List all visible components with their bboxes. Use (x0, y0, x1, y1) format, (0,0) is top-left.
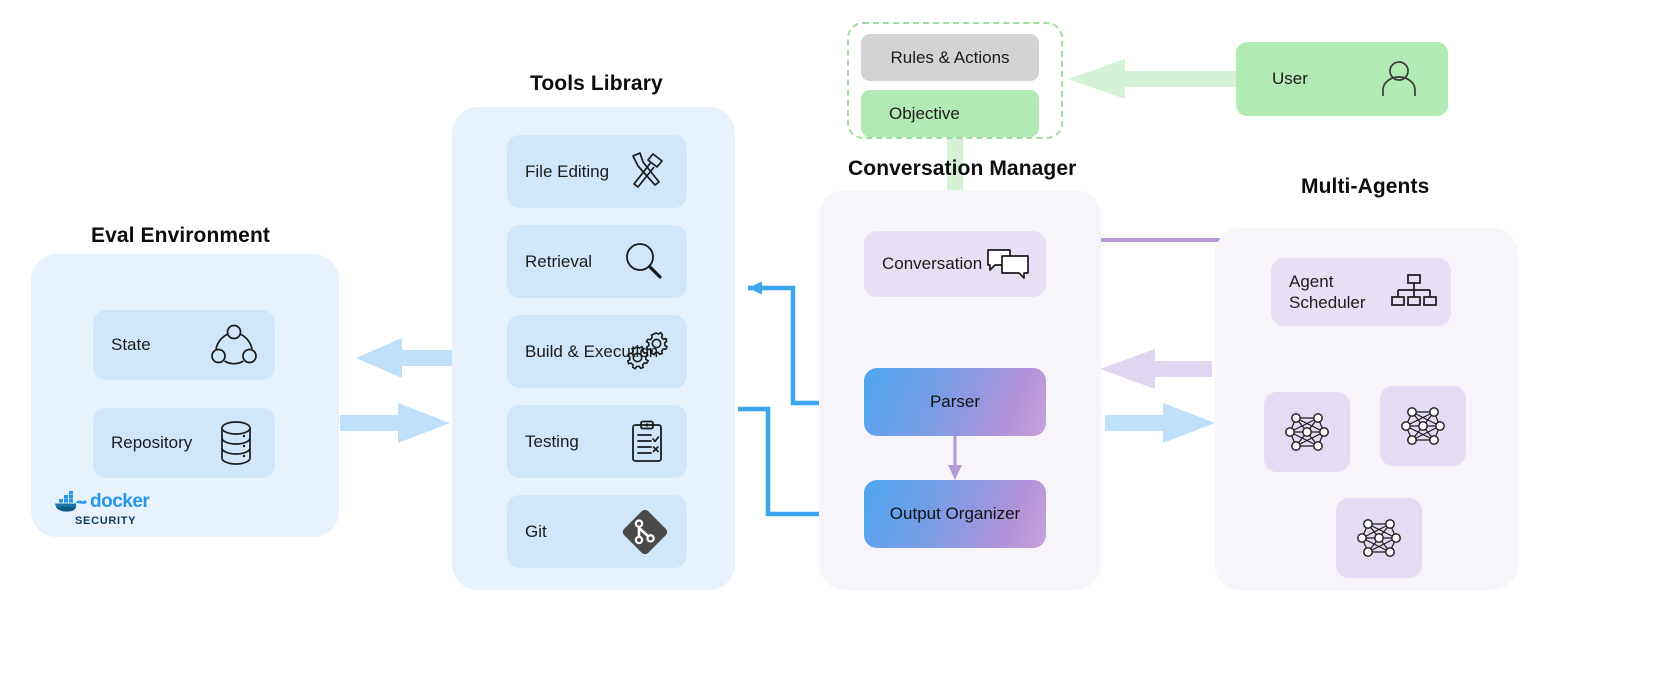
eval-card-repository-label: Repository (111, 433, 193, 453)
org-chart-icon (1391, 272, 1437, 312)
tools-card-file-editing-label: File Editing (525, 161, 610, 181)
agent-node-3[interactable] (1336, 498, 1422, 578)
conversation-manager-title: Conversation Manager (848, 157, 1077, 180)
convmgr-card-parser[interactable]: Parser (864, 368, 1046, 436)
arrow-agents-to-convmgr (1100, 349, 1212, 389)
convmgr-card-rules-actions[interactable]: Rules & Actions (861, 34, 1039, 81)
clipboard-checklist-icon (629, 420, 665, 464)
docker-whale-icon (53, 490, 87, 514)
neural-net-icon (1395, 398, 1451, 454)
convmgr-card-conversation-label: Conversation (882, 254, 983, 274)
person-icon (1378, 59, 1420, 99)
convmgr-card-parser-label: Parser (929, 392, 981, 411)
convmgr-card-output-organizer-label: Output Organizer (889, 504, 1021, 523)
tools-card-testing[interactable]: Testing (507, 405, 687, 478)
eval-card-state-label: State (111, 335, 151, 355)
eval-card-repository[interactable]: Repository (93, 408, 275, 478)
arrow-tools-to-eval (356, 338, 452, 378)
magnifier-icon (623, 241, 665, 283)
convmgr-card-objective-label: Objective (889, 103, 960, 123)
convmgr-card-conversation[interactable]: Conversation (864, 231, 1046, 297)
arrow-parser-to-output-organizer (948, 436, 962, 480)
agent-node-2[interactable] (1380, 386, 1466, 466)
gears-icon (625, 331, 669, 373)
tools-card-git-label: Git (525, 521, 547, 541)
chat-bubbles-icon (986, 247, 1032, 281)
tools-card-testing-label: Testing (525, 431, 579, 451)
git-logo-icon (621, 508, 669, 556)
neural-net-icon (1351, 510, 1407, 566)
eval-card-state[interactable]: State (93, 310, 275, 380)
convmgr-card-rules-actions-label: Rules & Actions (890, 47, 1010, 67)
docker-security-sub: SECURITY (75, 515, 137, 527)
tools-card-retrieval[interactable]: Retrieval (507, 225, 687, 298)
user-card-label: User (1272, 69, 1308, 89)
arrow-eval-to-tools (340, 403, 450, 443)
neural-net-icon (1279, 404, 1335, 460)
docker-security-badge: docker SECURITY (53, 490, 150, 527)
agent-scheduler-label: Agent Scheduler (1289, 271, 1366, 312)
tools-card-git[interactable]: Git (507, 495, 687, 568)
docker-wordmark: docker (90, 491, 150, 512)
arrow-user-to-convmgr (1068, 59, 1236, 99)
state-graph-icon (211, 324, 257, 366)
user-card[interactable]: User (1236, 42, 1448, 116)
agent-node-1[interactable] (1264, 392, 1350, 472)
tools-card-retrieval-label: Retrieval (525, 251, 593, 271)
agent-scheduler-card[interactable]: Agent Scheduler (1271, 258, 1451, 326)
tools-card-build-execution[interactable]: Build & Execution (507, 315, 687, 388)
hammer-tools-icon (625, 150, 671, 194)
tools-card-file-editing[interactable]: File Editing (507, 135, 687, 208)
arrow-convmgr-to-agents (1105, 403, 1215, 443)
tools-library-title: Tools Library (530, 72, 663, 95)
database-icon (217, 420, 255, 466)
convmgr-card-output-organizer[interactable]: Output Organizer (864, 480, 1046, 548)
convmgr-card-objective[interactable]: Objective (861, 90, 1039, 137)
multi-agents-title: Multi-Agents (1301, 175, 1430, 198)
eval-environment-title: Eval Environment (91, 224, 270, 247)
